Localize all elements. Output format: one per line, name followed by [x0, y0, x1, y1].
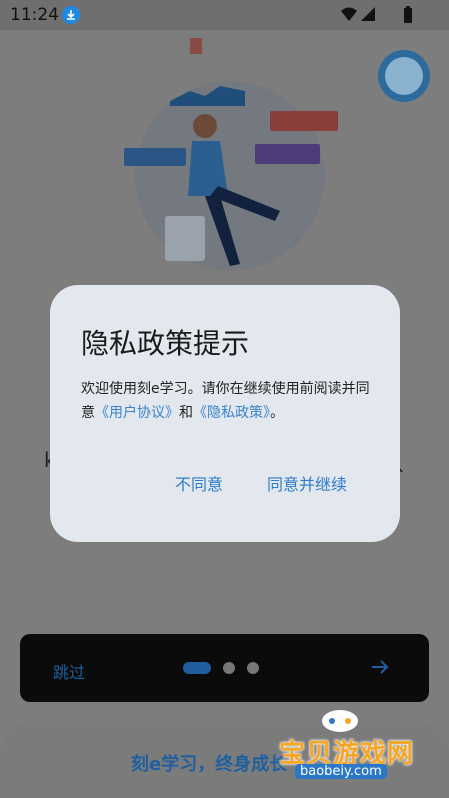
page-indicator [183, 662, 259, 674]
dialog-body-conjunction: 和 [179, 405, 193, 421]
dialog-title: 隐私政策提示 [81, 327, 250, 360]
download-icon [62, 6, 80, 24]
page-dot [223, 662, 235, 674]
dialog-body-suffix: 。 [270, 405, 284, 421]
status-time: 11:24 [10, 5, 59, 25]
agree-continue-button[interactable]: 同意并继续 [267, 471, 347, 495]
slogan-text: 刻e学习，终身成长 [131, 754, 288, 775]
user-agreement-link[interactable]: 《用户协议》 [95, 405, 179, 421]
arrow-right-icon[interactable] [369, 656, 391, 678]
page-dot [247, 662, 259, 674]
disagree-button[interactable]: 不同意 [175, 471, 223, 495]
dialog-body: 欢迎使用刻e学习。请你在继续使用前阅读并同意《用户协议》和《隐私政策》。 [81, 377, 381, 425]
page-dot-active [183, 662, 211, 674]
watermark-url: baobeiy.com [295, 764, 387, 779]
skip-button[interactable]: 跳过 [53, 659, 85, 683]
watermark: 宝贝游戏网 baobeiy.com [275, 705, 445, 795]
onboarding-illustration [124, 38, 338, 271]
gamepad-icon [322, 710, 358, 732]
privacy-policy-link[interactable]: 《隐私政策》 [193, 405, 270, 421]
app-logo [378, 50, 430, 102]
wifi-icon [341, 7, 375, 21]
status-bar: 11:24 [0, 0, 449, 30]
privacy-dialog: 隐私政策提示 欢迎使用刻e学习。请你在继续使用前阅读并同意《用户协议》和《隐私政… [50, 285, 400, 542]
onboarding-nav-bar: 跳过 [20, 634, 429, 702]
battery-icon [404, 6, 412, 23]
